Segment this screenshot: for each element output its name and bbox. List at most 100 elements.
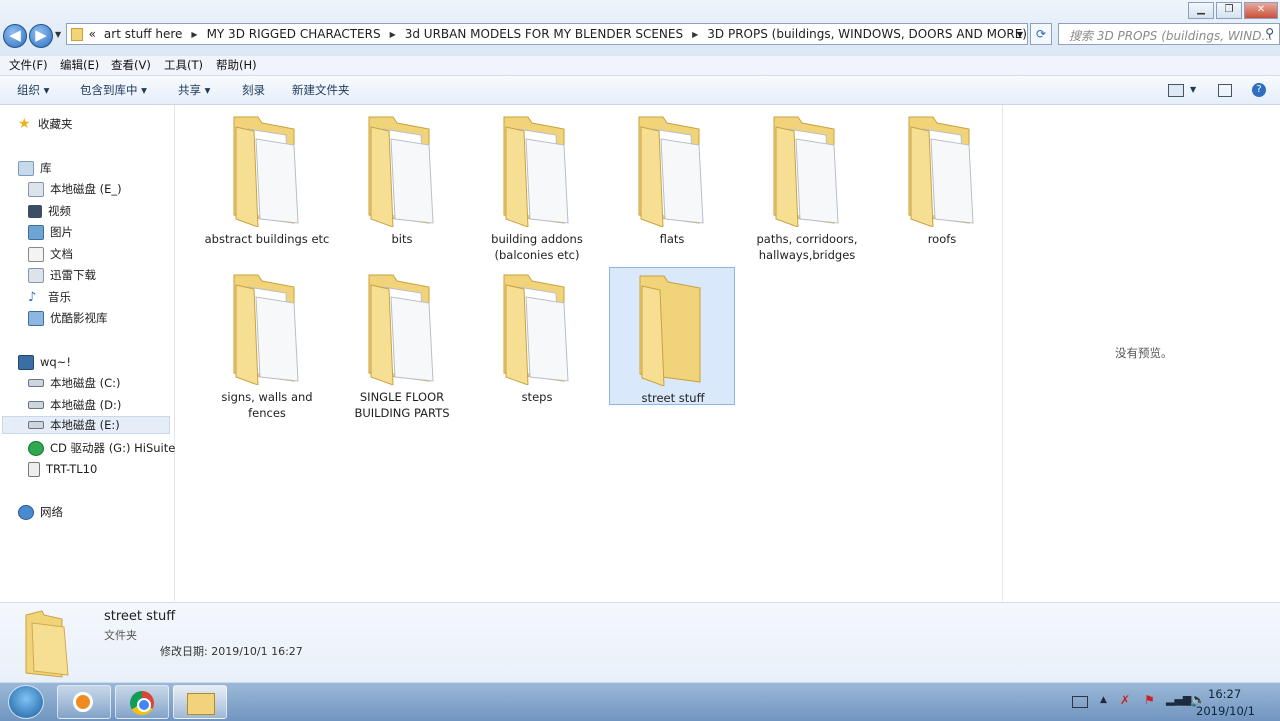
nav-drive[interactable]: TRT-TL10: [28, 460, 97, 478]
nav-item-label: 本地磁盘 (C:): [50, 376, 121, 390]
share-button[interactable]: 共享 ▾: [178, 82, 210, 98]
folder-icon: [368, 274, 434, 385]
nav-item-label: 文档: [50, 247, 73, 261]
folder-icon: [71, 27, 83, 41]
menu-tools[interactable]: 工具(T): [164, 57, 203, 73]
nav-lib-item[interactable]: ♪ 音乐: [28, 288, 71, 306]
nav-lib-item[interactable]: 视频: [28, 202, 71, 220]
chevron-up-icon[interactable]: ▲: [1100, 695, 1107, 705]
folder-item[interactable]: roofs: [879, 109, 1005, 247]
close-button[interactable]: ✕: [1244, 2, 1278, 19]
folder-item[interactable]: steps: [474, 267, 600, 405]
help-icon[interactable]: ?: [1252, 83, 1266, 97]
breadcrumb-item[interactable]: 3d URBAN MODELS FOR MY BLENDER SCENES: [405, 27, 683, 41]
nav-network[interactable]: 网络: [18, 503, 63, 521]
clock-time[interactable]: 16:27: [1208, 687, 1241, 701]
nav-libraries[interactable]: 库: [18, 159, 52, 177]
network-status-icon[interactable]: ✗: [1120, 693, 1130, 707]
detail-modified: 修改日期: 2019/10/1 16:27: [160, 645, 303, 658]
folder-label: SINGLE FLOOR BUILDING PARTS: [354, 390, 450, 420]
network-icon: [18, 504, 34, 520]
nav-computer[interactable]: wq~!: [18, 353, 71, 371]
folder-icon: [503, 274, 569, 385]
folder-item[interactable]: street stuff: [609, 267, 735, 405]
breadcrumb-item[interactable]: 3D PROPS (buildings, WINDOWS, DOORS AND …: [707, 27, 1027, 41]
start-button[interactable]: [8, 685, 44, 719]
taskbar-explorer[interactable]: [173, 685, 227, 719]
nav-item-label: 优酷影视库: [50, 311, 108, 325]
drive-icon: [28, 401, 44, 409]
nav-lib-item[interactable]: 迅雷下载: [28, 266, 96, 284]
nav-lib-item[interactable]: 优酷影视库: [28, 309, 108, 327]
nav-favorites[interactable]: ★ 收藏夹: [18, 115, 73, 133]
view-options-icon[interactable]: [1168, 84, 1184, 97]
taskbar: ▲ ✗ ⚑ ▂▄▆ 🔈 16:27 2019/10/1: [0, 682, 1280, 721]
nav-lib-item[interactable]: 图片: [28, 223, 73, 241]
nav-item-label: 本地磁盘 (E:): [50, 418, 120, 432]
download-icon: [28, 267, 44, 283]
preview-pane-icon[interactable]: [1218, 84, 1232, 97]
chevron-down-icon[interactable]: ▼: [1190, 85, 1196, 94]
keyboard-icon[interactable]: [1072, 696, 1088, 708]
breadcrumb-item[interactable]: art stuff here: [104, 27, 183, 41]
chevron-right-icon[interactable]: ▶: [390, 30, 396, 39]
security-icon[interactable]: ⚑: [1144, 693, 1155, 707]
menu-edit[interactable]: 编辑(E): [60, 57, 99, 73]
folder-item[interactable]: signs, walls and fences: [204, 267, 330, 420]
menu-file[interactable]: 文件(F): [9, 57, 48, 73]
folder-icon: [639, 275, 701, 386]
search-input[interactable]: 搜索 3D PROPS (buildings, WIND... ⚲: [1058, 23, 1280, 45]
nav-drive[interactable]: 本地磁盘 (D:): [28, 396, 121, 414]
nav-lib-item[interactable]: 本地磁盘 (E_): [28, 180, 122, 198]
maximize-button[interactable]: ❐: [1216, 2, 1242, 19]
folder-label: paths, corridoors, hallways,bridges: [756, 232, 858, 262]
forward-button[interactable]: ▶: [29, 24, 53, 48]
nav-lib-item[interactable]: 文档: [28, 245, 73, 263]
folder-item[interactable]: paths, corridoors, hallways,bridges: [744, 109, 870, 262]
new-folder-button[interactable]: 新建文件夹: [292, 82, 350, 98]
nav-item-label: CD 驱动器 (G:) HiSuite: [50, 441, 176, 455]
phone-icon: [28, 461, 40, 477]
folder-item[interactable]: abstract buildings etc: [204, 109, 330, 247]
folder-label: street stuff: [641, 391, 705, 405]
nav-favorites-label: 收藏夹: [38, 117, 73, 131]
nav-network-label: 网络: [40, 505, 63, 519]
recent-pages-dropdown[interactable]: ▼: [55, 30, 61, 39]
folder-item[interactable]: bits: [339, 109, 465, 247]
chrome-icon-center: [137, 698, 151, 712]
folder-item[interactable]: building addons (balconies etc): [474, 109, 600, 262]
search-icon: ⚲: [1265, 26, 1274, 40]
nav-drive[interactable]: 本地磁盘 (C:): [28, 374, 121, 392]
back-button[interactable]: ◀: [3, 24, 27, 48]
breadcrumb-item[interactable]: MY 3D RIGGED CHARACTERS: [207, 27, 381, 41]
address-bar[interactable]: « art stuff here ▶ MY 3D RIGGED CHARACTE…: [66, 23, 1028, 45]
taskbar-blender[interactable]: [57, 685, 111, 719]
nav-drive-selected[interactable]: 本地磁盘 (E:): [2, 416, 170, 434]
folder-icon: [368, 116, 434, 227]
chevron-down-icon[interactable]: ▼: [1017, 30, 1023, 39]
chevron-right-icon[interactable]: ▶: [191, 30, 197, 39]
breadcrumb-overflow[interactable]: «: [89, 27, 96, 41]
include-in-library-button[interactable]: 包含到库中 ▾: [80, 82, 147, 98]
menu-help[interactable]: 帮助(H): [216, 57, 257, 73]
nav-item-label: 图片: [50, 225, 73, 239]
video-icon: [28, 204, 42, 218]
signal-icon[interactable]: ▂▄▆: [1166, 693, 1191, 706]
taskbar-chrome[interactable]: [115, 685, 169, 719]
chevron-right-icon[interactable]: ▶: [692, 30, 698, 39]
nav-item-label: 音乐: [48, 290, 71, 304]
refresh-button[interactable]: ⟳: [1030, 23, 1052, 45]
nav-drive[interactable]: CD 驱动器 (G:) HiSuite: [28, 439, 175, 457]
folder-label: building addons (balconies etc): [491, 232, 583, 262]
burn-button[interactable]: 刻录: [242, 82, 265, 98]
organize-button[interactable]: 组织 ▾: [17, 82, 49, 98]
menu-view[interactable]: 查看(V): [111, 57, 151, 73]
folder-item[interactable]: flats: [609, 109, 735, 247]
minimize-button[interactable]: ▁: [1188, 2, 1214, 19]
detail-type: 文件夹: [104, 629, 137, 642]
folder-icon: [638, 116, 704, 227]
clock-date[interactable]: 2019/10/1: [1196, 704, 1255, 718]
menu-bar: 文件(F) 编辑(E) 查看(V) 工具(T) 帮助(H): [0, 56, 1280, 76]
command-toolbar: 组织 ▾ 包含到库中 ▾ 共享 ▾ 刻录 新建文件夹 ▼ ?: [0, 76, 1280, 105]
folder-item[interactable]: SINGLE FLOOR BUILDING PARTS: [339, 267, 465, 420]
